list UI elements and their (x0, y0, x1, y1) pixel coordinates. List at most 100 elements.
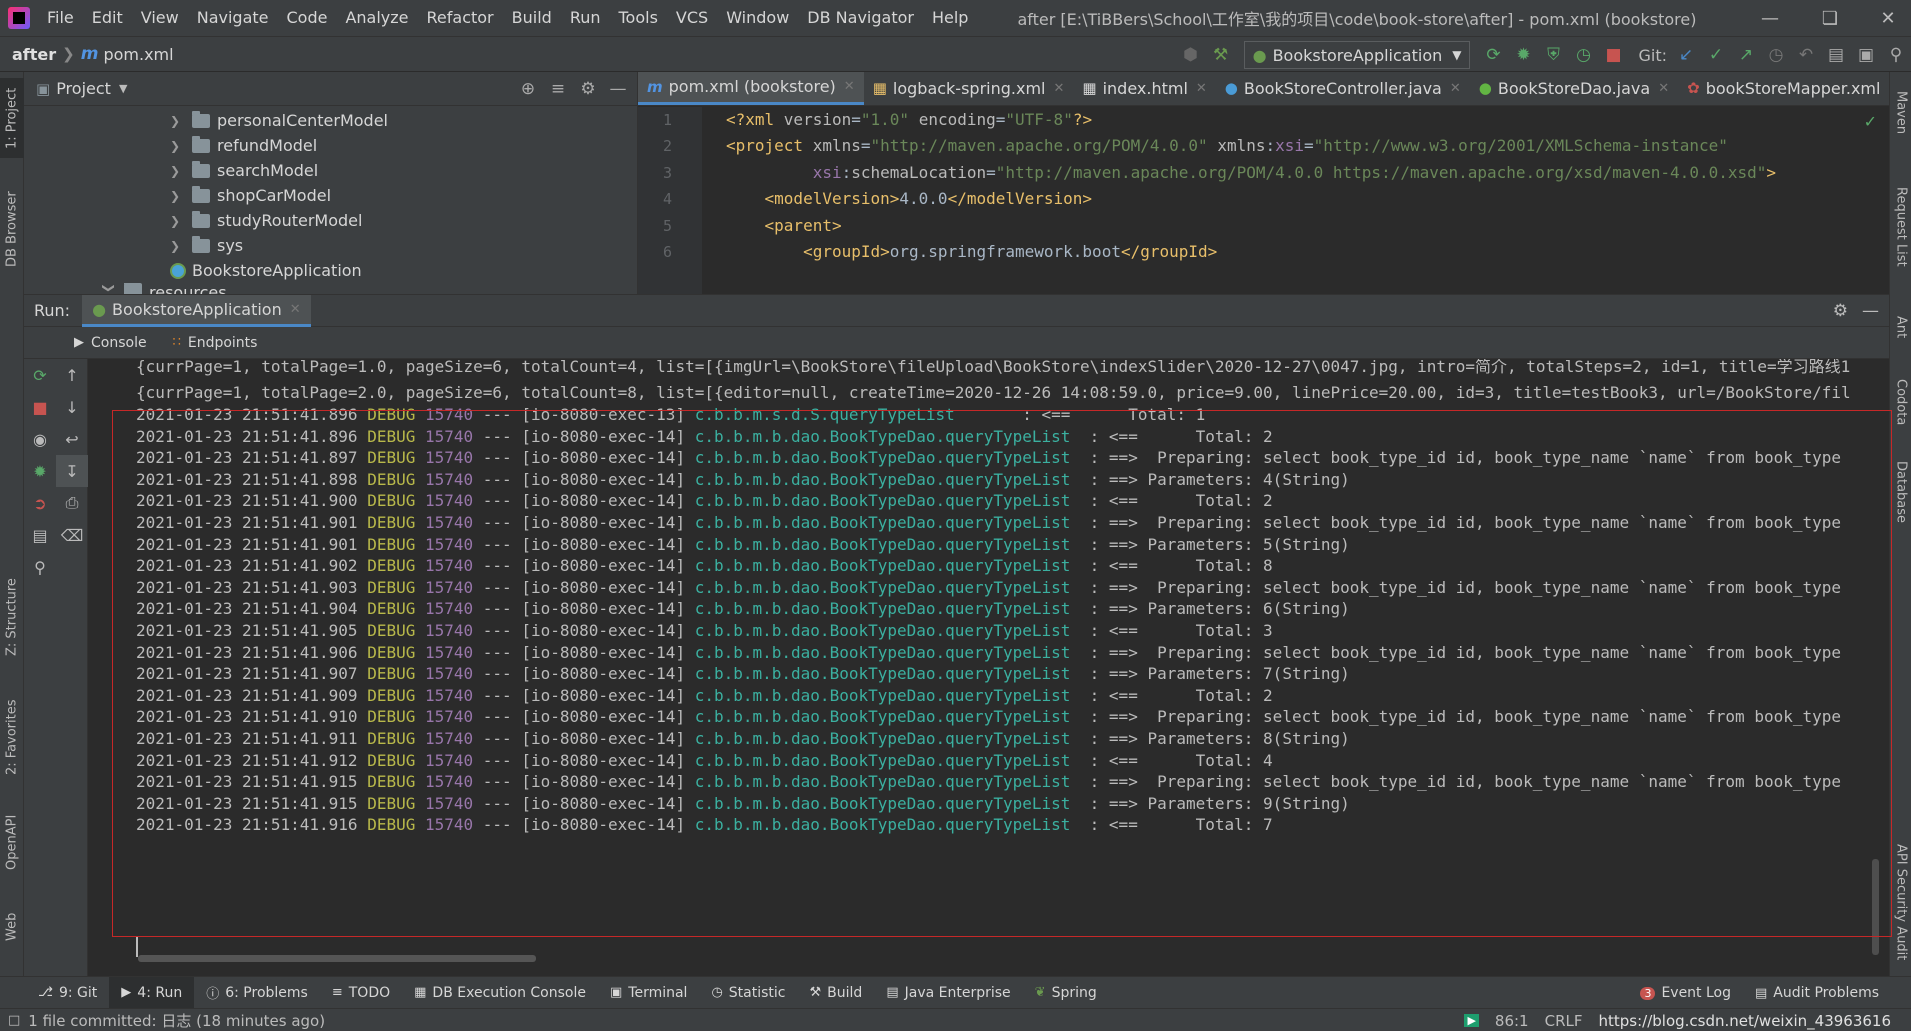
debug-icon[interactable]: ✹ (1508, 40, 1538, 70)
hide-panel-icon[interactable]: — (1862, 301, 1879, 321)
bottom-tab-run[interactable]: ▶ 4: Run (109, 976, 195, 1009)
expand-arrow-icon[interactable]: ❯ (170, 114, 184, 128)
scroll-down-icon[interactable]: ↓ (56, 391, 88, 423)
layout-icon[interactable]: ▤ (24, 519, 56, 551)
bottom-tab-spring[interactable]: ❦ Spring (1023, 977, 1109, 1009)
hide-panel-icon[interactable]: — (603, 74, 633, 104)
menu-build[interactable]: Build (503, 0, 561, 36)
project-structure-icon[interactable]: ▤ (1821, 40, 1851, 70)
rerun-icon[interactable]: ⟳ (1478, 40, 1508, 70)
tool-tab-codota[interactable]: Codota (1890, 362, 1911, 442)
breadcrumb-file[interactable]: pom.xml (103, 45, 173, 64)
tree-item[interactable]: ❯ refundModel (24, 133, 637, 158)
git-push-icon[interactable]: ↗ (1731, 40, 1761, 70)
event-log-tab[interactable]: 3 Event Log (1628, 977, 1743, 1009)
close-tab-icon[interactable]: ✕ (1658, 81, 1669, 96)
debug-icon[interactable]: ✹ (24, 455, 56, 487)
status-green-icon[interactable]: ▶ (1464, 1014, 1479, 1027)
locate-icon[interactable]: ⊕ (513, 74, 543, 104)
bottom-tab-db-console[interactable]: ▦ DB Execution Console (402, 977, 598, 1009)
editor-tab-index-html[interactable]: ▦ index.html ✕ (1073, 72, 1215, 105)
menu-analyze[interactable]: Analyze (336, 0, 417, 36)
collapse-all-icon[interactable]: ≡ (543, 74, 573, 104)
collapse-arrow-icon[interactable]: ❯ (102, 283, 116, 294)
menu-refactor[interactable]: Refactor (418, 0, 503, 36)
scroll-up-icon[interactable]: ↑ (56, 359, 88, 391)
close-tab-icon[interactable]: ✕ (1196, 81, 1207, 96)
subtab-console[interactable]: ▶ Console (74, 335, 147, 351)
chevron-down-icon[interactable]: ▼ (119, 82, 127, 95)
code-view[interactable]: <?xml version="1.0" encoding="UTF-8"?> <… (726, 107, 1859, 294)
git-rollback-icon[interactable]: ↶ (1791, 40, 1821, 70)
audit-problems-tab[interactable]: ▤ Audit Problems (1743, 977, 1891, 1009)
tool-tab-request-list[interactable]: Request List (1890, 172, 1911, 282)
tree-item[interactable]: BookstoreApplication (24, 258, 637, 283)
terminal-window-icon[interactable]: ▣ (1851, 40, 1881, 70)
editor-tab-mapper[interactable]: ✿ bookStoreMapper.xml (1678, 72, 1889, 105)
tool-tab-database[interactable]: Database (1890, 447, 1911, 537)
menu-help[interactable]: Help (923, 0, 977, 36)
breadcrumb-root[interactable]: after (12, 45, 56, 64)
minimize-icon[interactable]: — (1747, 0, 1793, 36)
expand-arrow-icon[interactable]: ❯ (170, 139, 184, 153)
expand-arrow-icon[interactable]: ❯ (170, 214, 184, 228)
pin-icon[interactable]: ⚲ (24, 551, 56, 583)
tool-tab-web[interactable]: Web (0, 902, 24, 952)
run-tab-bookstore[interactable]: ● BookstoreApplication ✕ (82, 294, 311, 327)
tree-item[interactable]: ❯ shopCarModel (24, 183, 637, 208)
tool-tab-favorites[interactable]: 2: Favorites (0, 692, 24, 782)
profile-icon[interactable]: ◷ (1568, 40, 1598, 70)
tool-tab-maven[interactable]: Maven (1890, 78, 1911, 148)
menu-file[interactable]: File (38, 0, 83, 36)
coverage-icon[interactable]: ⛨ (1538, 40, 1568, 70)
tree-item[interactable]: ❯ sys (24, 233, 637, 258)
close-tab-icon[interactable]: ✕ (290, 302, 301, 317)
line-separator[interactable]: CRLF (1545, 1012, 1583, 1030)
editor-tab-dao[interactable]: ● BookStoreDao.java ✕ (1470, 72, 1678, 105)
menu-code[interactable]: Code (278, 0, 337, 36)
soft-wrap-icon[interactable]: ↩ (56, 423, 88, 455)
menu-navigate[interactable]: Navigate (188, 0, 278, 36)
settings-gear-icon[interactable]: ⚙ (1833, 301, 1848, 321)
hexagon-icon[interactable]: ⬢ (1176, 40, 1206, 70)
close-tab-icon[interactable]: ✕ (1450, 81, 1461, 96)
menu-vcs[interactable]: VCS (667, 0, 717, 36)
rerun-icon[interactable]: ⟳ (24, 359, 56, 391)
menu-db-navigator[interactable]: DB Navigator (798, 0, 923, 36)
expand-arrow-icon[interactable]: ❯ (170, 189, 184, 203)
close-tab-icon[interactable]: ✕ (1053, 81, 1064, 96)
print-icon[interactable]: ⎙ (56, 487, 88, 519)
stop-icon[interactable]: ■ (1598, 40, 1628, 70)
vertical-scrollbar[interactable] (1872, 859, 1879, 955)
stop-icon[interactable]: ■ (24, 391, 56, 423)
bottom-tab-statistic[interactable]: ◷ Statistic (699, 977, 797, 1009)
exit-icon[interactable]: ➲ (24, 487, 56, 519)
run-configuration-select[interactable]: ● BookstoreApplication ▼ (1243, 41, 1471, 69)
tool-tab-api-security-audit[interactable]: API Security Audit (1890, 832, 1911, 972)
build-hammer-icon[interactable]: ⚒ (1206, 40, 1236, 70)
tree-item[interactable]: ❯ studyRouterModel (24, 208, 637, 233)
menu-view[interactable]: View (132, 0, 188, 36)
editor-tab-controller[interactable]: ● BookStoreController.java ✕ (1216, 72, 1470, 105)
expand-arrow-icon[interactable]: ❯ (170, 239, 184, 253)
scroll-to-end-icon[interactable]: ↧ (56, 455, 88, 487)
menu-edit[interactable]: Edit (83, 0, 132, 36)
bottom-tab-todo[interactable]: ≡ TODO (320, 977, 402, 1009)
git-history-icon[interactable]: ◷ (1761, 40, 1791, 70)
bottom-tab-git[interactable]: ⎇ 9: Git (26, 977, 109, 1009)
search-icon[interactable]: ⚲ (1881, 40, 1911, 70)
tool-tab-project[interactable]: 1: Project (0, 78, 24, 158)
close-tab-icon[interactable]: ✕ (844, 79, 855, 94)
caret-position[interactable]: 86:1 (1495, 1012, 1529, 1030)
bottom-tab-problems[interactable]: ⓘ 6: Problems (194, 977, 320, 1009)
tree-item[interactable]: ❯ personalCenterModel (24, 108, 637, 133)
editor-tab-pom[interactable]: m pom.xml (bookstore) ✕ (638, 72, 864, 105)
panel-toggle-icon[interactable]: □ (8, 1013, 20, 1028)
bottom-tab-java-enterprise[interactable]: ▤ Java Enterprise (874, 977, 1022, 1009)
tool-tab-db-browser[interactable]: DB Browser (0, 184, 24, 274)
menu-run[interactable]: Run (561, 0, 610, 36)
console-output[interactable]: {currPage=1, totalPage=1.0, pageSize=6, … (88, 359, 1889, 977)
settings-gear-icon[interactable]: ⚙ (573, 74, 603, 104)
menu-tools[interactable]: Tools (610, 0, 667, 36)
bottom-tab-terminal[interactable]: ▣ Terminal (598, 977, 699, 1009)
